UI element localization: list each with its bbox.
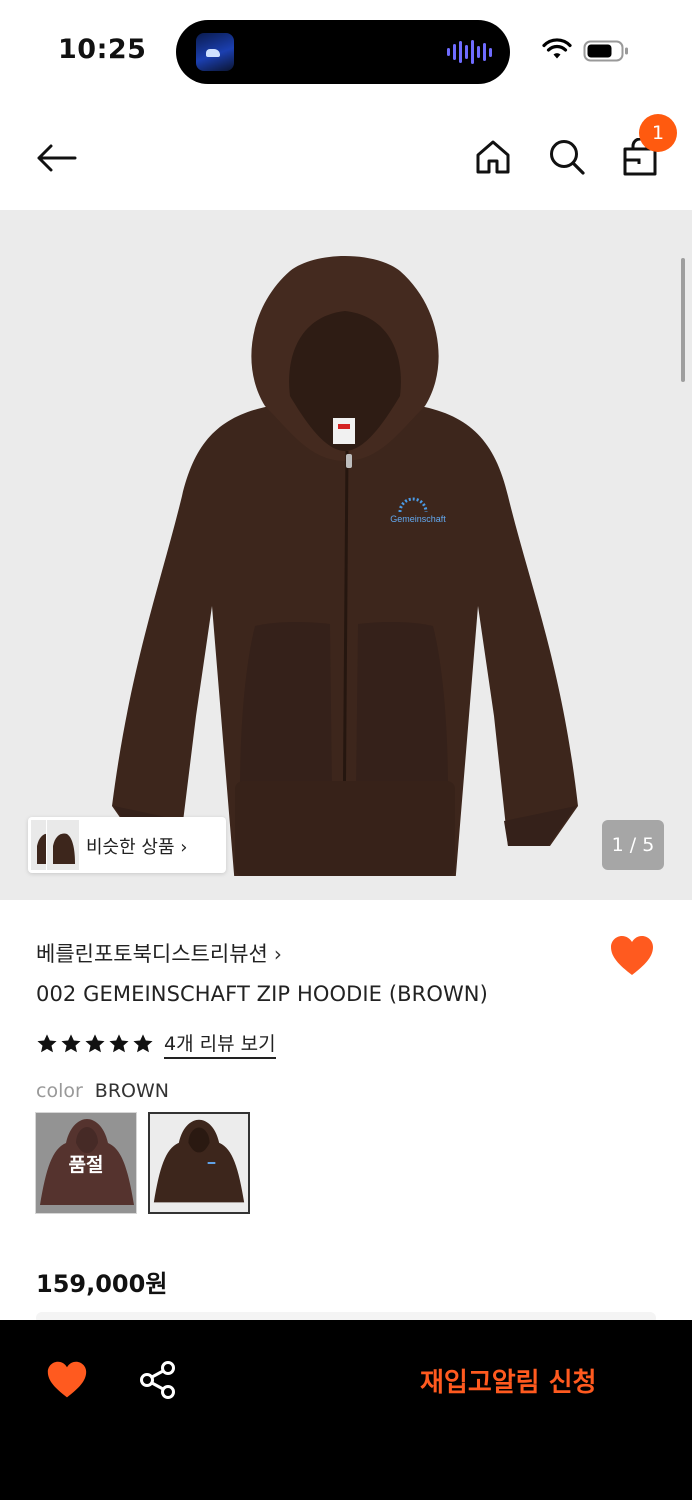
top-nav: [0, 104, 692, 210]
search-icon: [550, 140, 585, 175]
home-icon: [476, 140, 510, 174]
search-button[interactable]: [544, 132, 590, 182]
brand-link[interactable]: 베를린포토북디스트리뷰션 ›: [36, 938, 282, 968]
product-image-gallery[interactable]: Gemeinschaft 비슷한 상품 › 1 / 5: [0, 210, 692, 900]
product-title: 002 GEMEINSCHAFT ZIP HOODIE (BROWN): [36, 982, 488, 1006]
home-button[interactable]: [470, 132, 516, 182]
star-icon: [85, 1034, 105, 1053]
arrow-left-icon: [37, 144, 77, 172]
color-swatch-selected[interactable]: [148, 1112, 250, 1214]
gallery-scrollbar: [681, 258, 685, 382]
product-image: Gemeinschaft: [112, 256, 578, 876]
back-button[interactable]: [32, 134, 80, 182]
dynamic-island[interactable]: [176, 20, 510, 84]
rating-row: 4개 리뷰 보기: [36, 1029, 276, 1059]
color-swatch-sold-out[interactable]: 품절: [35, 1112, 137, 1214]
similar-thumb: [46, 819, 80, 871]
heart-icon[interactable]: [46, 1360, 88, 1400]
star-icon: [37, 1034, 57, 1053]
similar-products-label: 비슷한 상품 ›: [86, 837, 188, 858]
wifi-icon: [542, 38, 572, 59]
status-bar: 10:25: [0, 0, 692, 104]
cart-count-badge: 1: [639, 114, 677, 152]
now-playing-artwork: [196, 33, 234, 71]
color-row: color BROWN: [36, 1080, 169, 1102]
sold-out-label: 품절: [36, 1113, 136, 1213]
star-icon: [109, 1034, 129, 1053]
audio-waveform-icon: [447, 40, 492, 64]
star-icon: [133, 1034, 153, 1053]
restock-alert-button[interactable]: 재입고알림 신청: [420, 1362, 597, 1399]
bottom-action-bar: 재입고알림 신청: [0, 1320, 692, 1500]
color-value: BROWN: [94, 1080, 169, 1102]
similar-products-button[interactable]: 비슷한 상품 ›: [28, 817, 226, 873]
star-icon: [61, 1034, 81, 1053]
brand-name: 베를린포토북디스트리뷰션: [36, 942, 268, 966]
star-rating: [36, 1033, 154, 1055]
image-counter: 1 / 5: [602, 820, 664, 870]
product-price: 159,000원: [36, 1270, 168, 1298]
logo-text: Gemeinschaft: [390, 514, 446, 524]
swatch-image: [153, 1119, 245, 1203]
chevron-right-icon: ›: [180, 837, 188, 858]
similar-products-thumbnails: [30, 819, 92, 871]
color-label: color: [36, 1080, 83, 1102]
heart-icon[interactable]: [609, 935, 655, 977]
battery-icon: [583, 40, 628, 62]
share-icon[interactable]: [138, 1360, 178, 1400]
review-link[interactable]: 4개 리뷰 보기: [164, 1029, 276, 1059]
status-time: 10:25: [58, 34, 147, 65]
chevron-right-icon: ›: [273, 942, 282, 966]
